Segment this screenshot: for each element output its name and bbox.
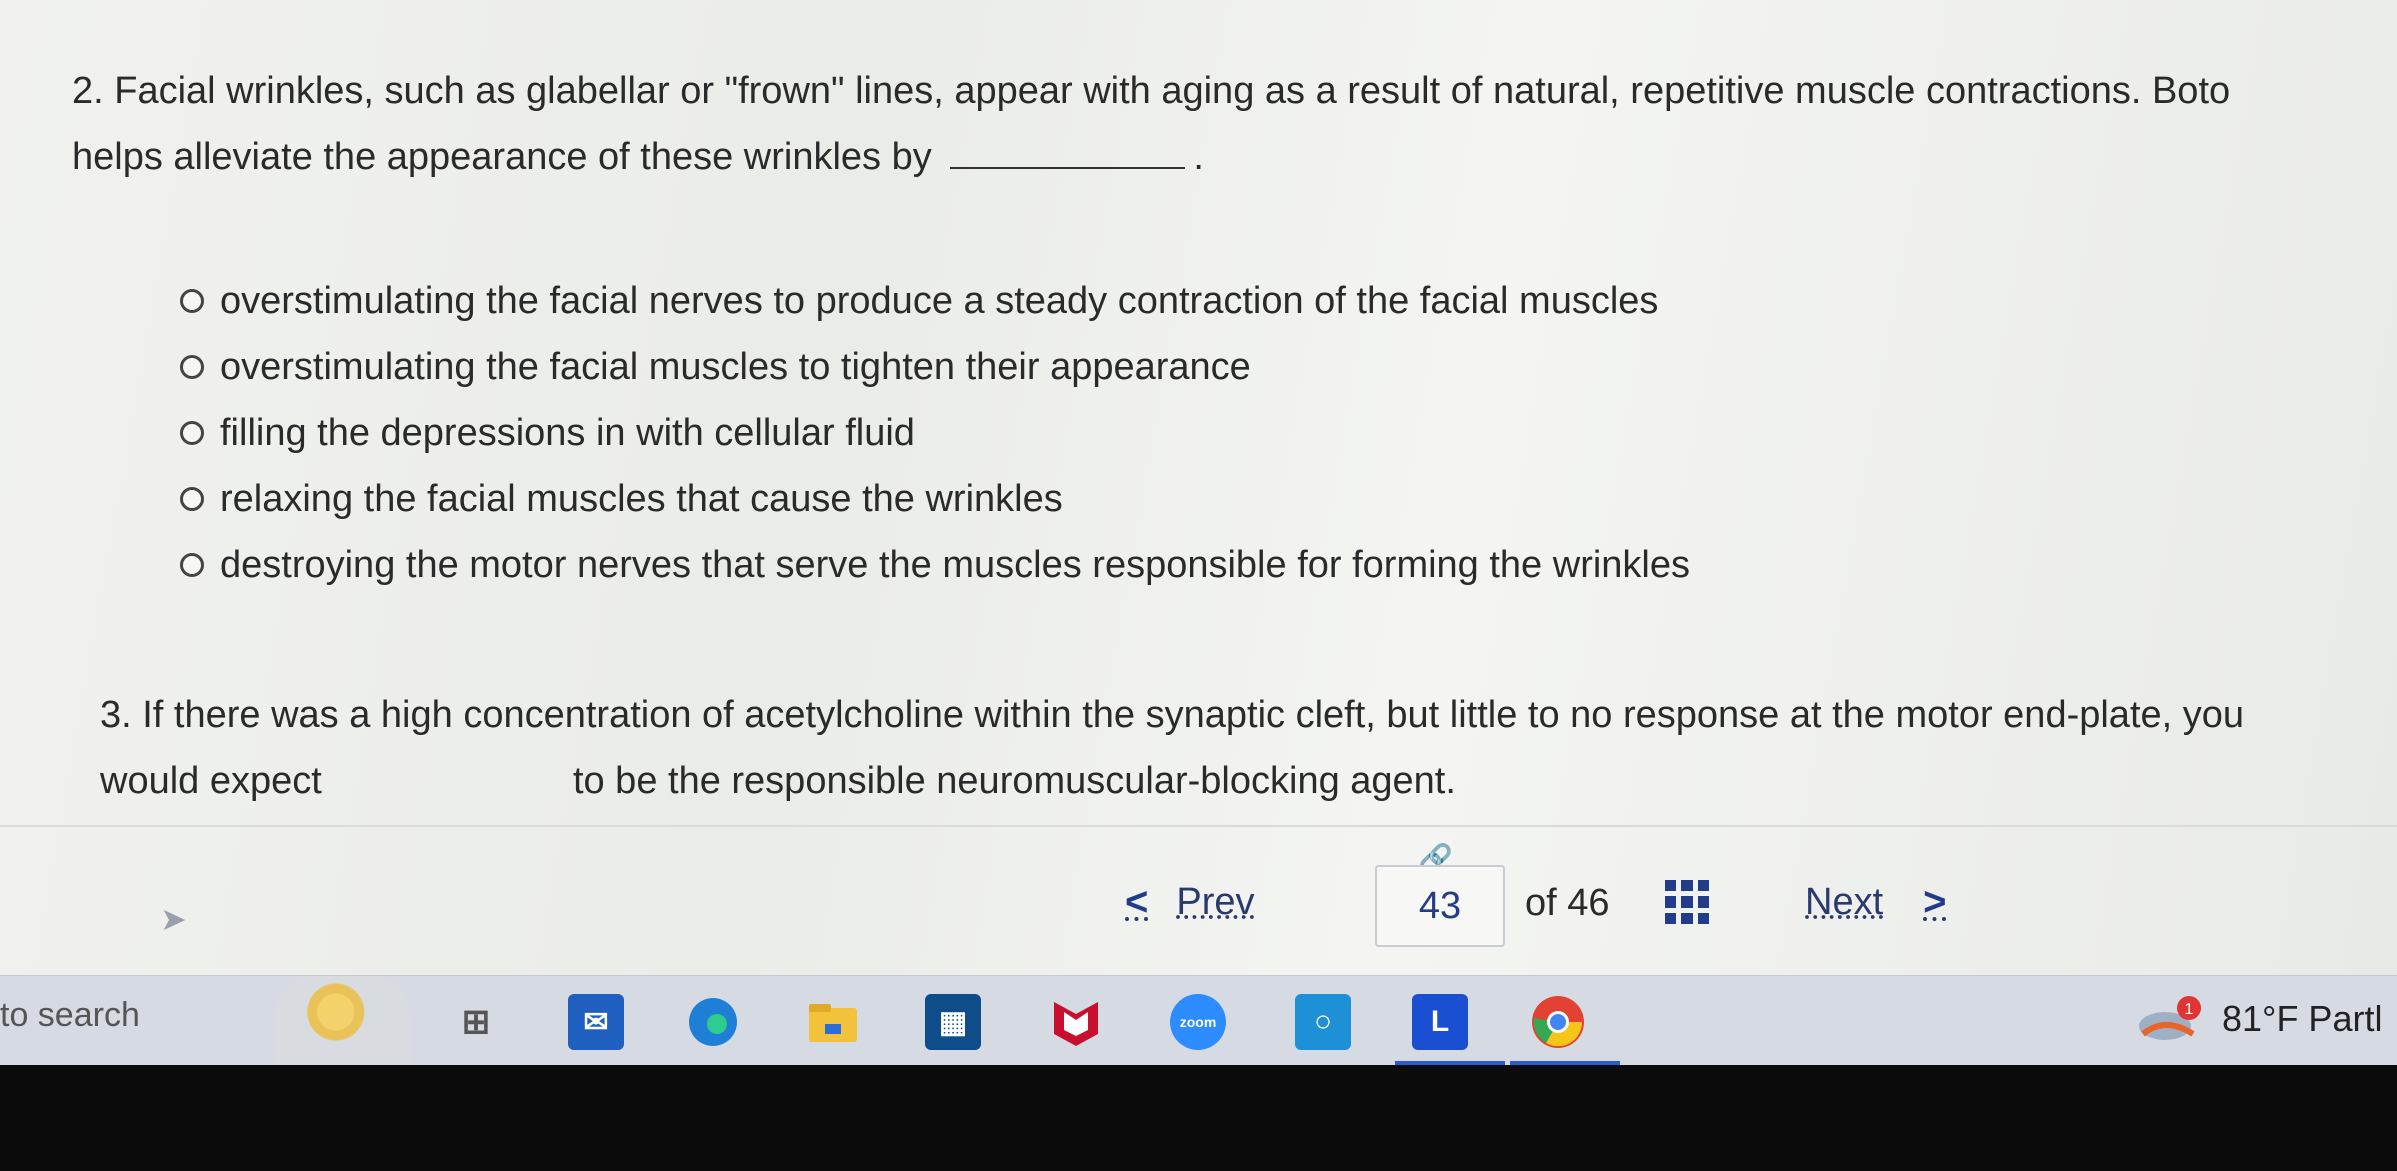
option-label: relaxing the facial muscles that cause t… [220, 477, 1063, 520]
search-highlight-icon[interactable] [275, 976, 410, 1066]
page-count: of 46 [1525, 882, 1610, 924]
question-2-options: overstimulating the facial nerves to pro… [180, 268, 1690, 598]
svg-text:1: 1 [2185, 1001, 2194, 1018]
question-3-text-line1: 3. If there was a high concentration of … [100, 694, 2245, 736]
option-label: overstimulating the facial nerves to pro… [220, 279, 1659, 322]
current-page-number: 43 [1418, 884, 1462, 927]
question-2-text-line2: helps alleviate the appearance of these … [72, 136, 1204, 178]
monitor-bezel [0, 1065, 2397, 1171]
microsoft-store-icon[interactable]: ▦ [925, 994, 981, 1050]
current-page-box[interactable]: 43 [1375, 865, 1505, 947]
radio-button[interactable] [180, 553, 204, 577]
option-label: filling the depressions in with cellular… [220, 411, 915, 454]
mail-icon[interactable]: ✉ [568, 994, 624, 1050]
radio-button[interactable] [180, 421, 204, 445]
radio-button[interactable] [180, 487, 204, 511]
windows-taskbar: to search ⊞ ✉ ▦ zoom ○ L 1 81°F Partl [0, 975, 2397, 1066]
cortana-icon[interactable]: ○ [1295, 994, 1351, 1050]
prev-button[interactable]: < Prev [1125, 880, 1255, 925]
answer-option-5[interactable]: destroying the motor nerves that serve t… [180, 532, 1690, 598]
zoom-icon[interactable]: zoom [1170, 994, 1226, 1050]
mouse-pointer-icon: ➤ [160, 901, 187, 937]
radio-button[interactable] [180, 355, 204, 379]
answer-blank [950, 163, 1186, 169]
answer-option-1[interactable]: overstimulating the facial nerves to pro… [180, 268, 1690, 334]
answer-option-2[interactable]: overstimulating the facial muscles to ti… [180, 334, 1690, 400]
chrome-icon[interactable] [1530, 994, 1586, 1050]
chevron-left-icon: < [1125, 880, 1149, 924]
grid-icon[interactable] [1665, 880, 1709, 924]
weather-text[interactable]: 81°F Partl [2222, 998, 2382, 1040]
weather-icon[interactable]: 1 [2135, 986, 2205, 1056]
answer-option-3[interactable]: filling the depressions in with cellular… [180, 400, 1690, 466]
option-label: destroying the motor nerves that serve t… [220, 543, 1690, 586]
radio-button[interactable] [180, 289, 204, 313]
chevron-right-icon: > [1923, 880, 1947, 924]
mcafee-icon[interactable] [1048, 994, 1104, 1050]
option-label: overstimulating the facial muscles to ti… [220, 345, 1251, 388]
next-label: Next [1805, 881, 1884, 923]
prev-label: Prev [1176, 881, 1255, 923]
quiz-screen: 2. Facial wrinkles, such as glabellar or… [0, 0, 2397, 975]
task-view-icon[interactable]: ⊞ [448, 994, 504, 1050]
question-2-text-line1: 2. Facial wrinkles, such as glabellar or… [72, 70, 2231, 112]
question-3: 3. If there was a high concentration of … [100, 682, 2390, 814]
question-2: 2. Facial wrinkles, such as glabellar or… [72, 58, 2397, 190]
question-3-text-line2: would expect to be the responsible neuro… [100, 760, 1456, 802]
divider [0, 825, 2397, 827]
answer-option-4[interactable]: relaxing the facial muscles that cause t… [180, 466, 1690, 532]
next-button[interactable]: Next > [1805, 880, 1947, 925]
taskbar-search[interactable]: to search [0, 996, 140, 1035]
file-explorer-icon[interactable] [805, 994, 861, 1050]
edge-icon[interactable] [685, 994, 741, 1050]
pagination-bar: ➤ < Prev 🔗 43 of 46 Next > [0, 843, 2397, 950]
l-app-icon[interactable]: L [1412, 994, 1468, 1050]
